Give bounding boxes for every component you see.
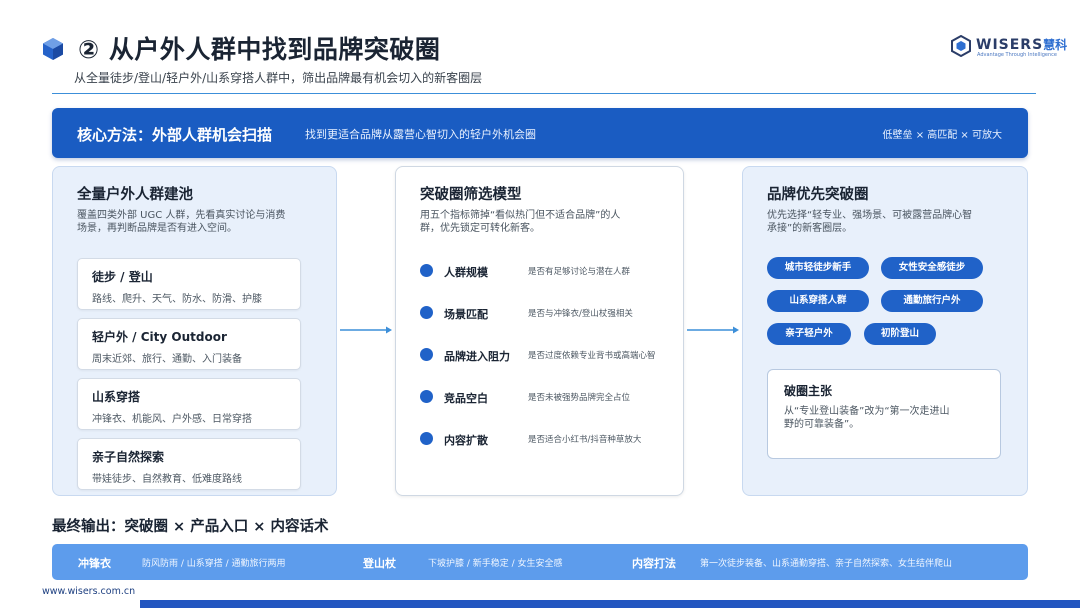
logo-tagline: Advantage Through Intelligence xyxy=(977,52,1057,58)
bullet-dot-icon xyxy=(420,264,433,277)
metric-row: 品牌进入阻力 是否过度依赖专业背书或高端心智 xyxy=(420,345,670,365)
footer-url: www.wisers.com.cn xyxy=(42,586,136,597)
panel-description-line: 覆盖四类外部 UGC 人群，先看真实讨论与消费 xyxy=(77,210,286,221)
metric-desc: 是否适合小红书/抖音种草放大 xyxy=(528,435,642,445)
metric-row: 人群规模 是否有足够讨论与潜在人群 xyxy=(420,261,670,281)
audience-card-desc: 冲锋衣、机能风、户外感、日常穿搭 xyxy=(92,414,252,425)
panel-description-line: 场景，再判断品牌是否有进入空间。 xyxy=(77,223,237,234)
metric-desc: 是否过度依赖专业背书或高端心智 xyxy=(528,351,656,361)
audience-card-title: 轻户外 / City Outdoor xyxy=(92,330,227,344)
priority-circle-panel: 品牌优先突破圈 优先选择“轻专业、强场景、可被露营品牌心智 承接”的新客圈层。 … xyxy=(742,166,1028,496)
page-title: ② 从户外人群中找到品牌突破圈 xyxy=(78,35,441,64)
audience-chip: 初阶登山 xyxy=(864,323,936,345)
core-method-banner: 核心方法：外部人群机会扫描 找到更适合品牌从露营心智切入的轻户外机会圈 低壁垒 … xyxy=(52,108,1028,158)
audience-card: 山系穿搭 冲锋衣、机能风、户外感、日常穿搭 xyxy=(77,378,301,430)
panel-title: 突破圈筛选模型 xyxy=(420,187,522,203)
audience-card-desc: 路线、爬升、天气、防水、防滑、护膝 xyxy=(92,294,262,305)
banner-title: 核心方法：外部人群机会扫描 xyxy=(77,126,273,144)
output-text: 第一次徒步装备、山系通勤穿搭、亲子自然探索、女生结伴爬山 xyxy=(700,559,953,569)
output-label: 冲锋衣 xyxy=(78,557,111,570)
metric-desc: 是否有足够讨论与潜在人群 xyxy=(528,267,631,277)
output-summary-bar: 冲锋衣 防风防雨 / 山系穿搭 / 通勤旅行两用 登山杖 下坡护膝 / 新手稳定… xyxy=(52,544,1028,580)
panel-title: 全量户外人群建池 xyxy=(77,187,193,203)
breakthrough-claim-card: 破圈主张 从“专业登山装备”改为“第一次走进山 野的可靠装备”。 xyxy=(767,369,1001,459)
breakthrough-claim-text: 从“专业登山装备”改为“第一次走进山 野的可靠装备”。 xyxy=(784,406,950,430)
logo-wordmark: WISERS慧科 xyxy=(976,37,1068,53)
audience-card: 亲子自然探索 带娃徒步、自然教育、低难度路线 xyxy=(77,438,301,490)
audience-chip: 亲子轻户外 xyxy=(767,323,851,345)
metric-row: 场景匹配 是否与冲锋衣/登山杖强相关 xyxy=(420,303,670,323)
audience-card-title: 山系穿搭 xyxy=(92,390,141,404)
banner-tagline: 低壁垒 × 高匹配 × 可放大 xyxy=(882,130,1002,141)
panel-description-line: 承接”的新客圈层。 xyxy=(767,223,853,234)
screening-model-panel: 突破圈筛选模型 用五个指标筛掉“看似热门但不适合品牌”的人 群，优先锁定可转化新… xyxy=(395,166,684,496)
panel-description-line: 用五个指标筛掉“看似热门但不适合品牌”的人 xyxy=(420,210,621,221)
metric-label: 人群规模 xyxy=(444,266,488,279)
arrow-right-icon xyxy=(340,326,392,334)
audience-card-title: 徒步 / 登山 xyxy=(92,270,153,284)
page-subtitle: 从全量徒步/登山/轻户外/山系穿搭人群中，筛出品牌最有机会切入的新客圈层 xyxy=(74,71,483,85)
audience-pool-panel: 全量户外人群建池 覆盖四类外部 UGC 人群，先看真实讨论与消费 场景，再判断品… xyxy=(52,166,337,496)
arrow-right-icon xyxy=(687,326,739,334)
audience-chip: 山系穿搭人群 xyxy=(767,290,869,312)
metric-label: 内容扩散 xyxy=(444,434,488,447)
bullet-dot-icon xyxy=(420,348,433,361)
bullet-dot-icon xyxy=(420,306,433,319)
cube-logo-icon xyxy=(43,38,63,60)
wisers-logo: WISERS慧科 Advantage Through Intelligence xyxy=(950,34,1067,60)
output-label: 登山杖 xyxy=(363,557,396,570)
footer-strip xyxy=(140,600,1080,608)
output-text: 下坡护膝 / 新手稳定 / 女生安全感 xyxy=(428,559,563,569)
banner-description: 找到更适合品牌从露营心智切入的轻户外机会圈 xyxy=(305,128,536,141)
audience-card-desc: 周末近郊、旅行、通勤、入门装备 xyxy=(92,354,242,365)
audience-chip: 女性安全感徒步 xyxy=(881,257,983,279)
panel-description-line: 群，优先锁定可转化新客。 xyxy=(420,223,540,234)
metric-label: 场景匹配 xyxy=(444,308,488,321)
panel-title: 品牌优先突破圈 xyxy=(767,187,869,203)
metric-label: 品牌进入阻力 xyxy=(444,350,510,363)
bullet-dot-icon xyxy=(420,390,433,403)
audience-card: 轻户外 / City Outdoor 周末近郊、旅行、通勤、入门装备 xyxy=(77,318,301,370)
header-divider xyxy=(52,93,1036,94)
audience-chip: 城市轻徒步新手 xyxy=(767,257,869,279)
final-output-label: 最终输出：突破圈 × 产品入口 × 内容话术 xyxy=(52,519,329,535)
audience-chip: 通勤旅行户外 xyxy=(881,290,983,312)
panel-description-line: 优先选择“轻专业、强场景、可被露营品牌心智 xyxy=(767,210,973,221)
metric-desc: 是否与冲锋衣/登山杖强相关 xyxy=(528,309,633,319)
metric-desc: 是否未被强势品牌完全占位 xyxy=(528,393,631,403)
metric-row: 内容扩散 是否适合小红书/抖音种草放大 xyxy=(420,429,670,449)
audience-card-desc: 带娃徒步、自然教育、低难度路线 xyxy=(92,474,242,485)
audience-card-title: 亲子自然探索 xyxy=(92,450,165,464)
metric-row: 竞品空白 是否未被强势品牌完全占位 xyxy=(420,387,670,407)
breakthrough-claim-title: 破圈主张 xyxy=(784,384,833,398)
bullet-dot-icon xyxy=(420,432,433,445)
output-label: 内容打法 xyxy=(632,557,676,570)
audience-card: 徒步 / 登山 路线、爬升、天气、防水、防滑、护膝 xyxy=(77,258,301,310)
output-text: 防风防雨 / 山系穿搭 / 通勤旅行两用 xyxy=(142,559,286,569)
hexagon-logo-icon xyxy=(951,35,971,57)
metric-label: 竞品空白 xyxy=(444,392,488,405)
